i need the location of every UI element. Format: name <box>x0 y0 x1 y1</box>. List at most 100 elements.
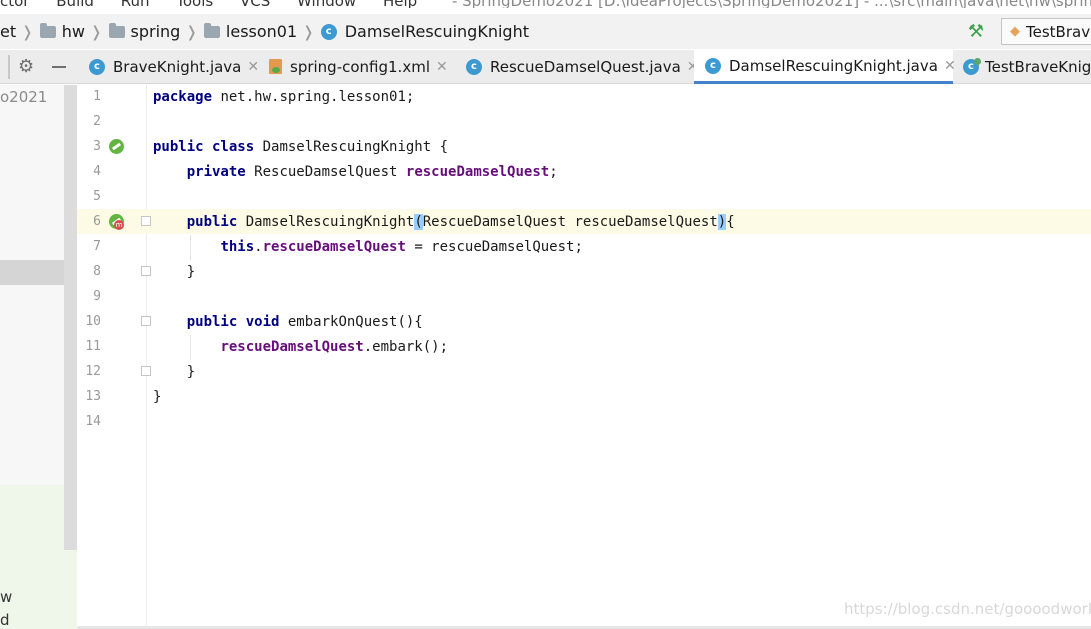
folder-icon <box>203 22 220 38</box>
line-number: 5 <box>93 189 101 204</box>
chevron-right-icon: ❭ <box>89 22 103 41</box>
tab-braveknight[interactable]: c BraveKnight.java ✕ <box>89 50 259 84</box>
line-number: 6 <box>93 214 101 229</box>
keyword: package <box>153 89 213 105</box>
code-text: RescueDamselQuest rescueDamselQuest <box>422 214 718 230</box>
code-text: = rescueDamselQuest; <box>405 239 583 255</box>
build-hammer-icon[interactable]: ⚒ <box>966 22 986 42</box>
breadcrumb-label: hw <box>61 22 85 41</box>
line-number: 8 <box>93 264 101 279</box>
breadcrumb-class[interactable]: c DamselRescuingKnight <box>320 14 529 49</box>
project-tool-controls: ⚙ <box>0 50 82 84</box>
tab-spring-config1[interactable]: spring-config1.xml ✕ <box>268 50 448 84</box>
run-configuration-selector[interactable]: ◆ TestBrave <box>1001 18 1091 45</box>
menu-bar: ctor Build Run Tools VCS Window Help - S… <box>0 0 1091 8</box>
code-line-4[interactable]: private RescueDamselQuest rescueDamselQu… <box>153 160 558 185</box>
breadcrumb-et[interactable]: et ❭ <box>0 14 40 49</box>
window-title: - SpringDemo2021 [D:\IdeaProjects\Spring… <box>452 0 1091 8</box>
line-number: 10 <box>85 314 101 329</box>
line-number: 13 <box>85 389 101 404</box>
gear-icon[interactable]: ⚙ <box>18 56 34 77</box>
class-icon: c <box>466 59 482 75</box>
code-line-8[interactable]: } <box>153 260 195 285</box>
line-number: 9 <box>93 289 101 304</box>
menu-item[interactable]: ctor <box>0 0 29 8</box>
breadcrumb-label: spring <box>130 22 181 41</box>
breadcrumb-label: et <box>0 22 17 41</box>
code-text: DamselRescuingKnight { <box>254 139 449 155</box>
divider <box>8 55 10 79</box>
tab-label: TestBraveKnight <box>985 58 1091 76</box>
folder-icon <box>39 22 56 38</box>
project-scrollbar[interactable] <box>64 85 77 550</box>
code-line-10[interactable]: public void embarkOnQuest(){ <box>153 310 423 335</box>
keyword: this <box>220 239 255 255</box>
chevron-right-icon: ❭ <box>302 22 315 41</box>
close-icon[interactable]: ✕ <box>436 59 448 75</box>
menu-item[interactable]: VCS <box>240 0 270 8</box>
chevron-right-icon: ❭ <box>21 22 34 41</box>
code-text: .embark(); <box>363 339 449 355</box>
tab-label: RescueDamselQuest.java <box>490 58 681 76</box>
line-number: 11 <box>85 339 101 354</box>
code-text: embarkOnQuest(){ <box>279 314 423 330</box>
code-line-1[interactable]: package net.hw.spring.lesson01; <box>153 85 414 110</box>
field-name: rescueDamselQuest <box>220 339 364 355</box>
class-icon: c <box>320 23 337 40</box>
breadcrumb-label: lesson01 <box>225 22 298 41</box>
code-line-7[interactable]: this.rescueDamselQuest = rescueDamselQue… <box>153 235 583 260</box>
menu-item[interactable]: Tools <box>176 0 213 8</box>
hide-panel-icon[interactable] <box>52 66 66 68</box>
breadcrumb-hw[interactable]: hw ❭ <box>39 14 109 49</box>
tree-node-fragment[interactable]: w <box>0 588 12 606</box>
menu-item[interactable]: Window <box>297 0 356 8</box>
code-text: } <box>186 364 196 380</box>
line-number: 4 <box>93 164 101 179</box>
tab-rescuedamselquest[interactable]: c RescueDamselQuest.java ✕ <box>466 50 699 84</box>
spring-bean-icon[interactable] <box>109 139 124 154</box>
code-text: RescueDamselQuest <box>245 164 406 180</box>
line-number: 12 <box>85 364 101 379</box>
code-text: DamselRescuingKnight <box>237 214 415 230</box>
keyword: public class <box>153 139 255 155</box>
folder-icon <box>108 22 125 38</box>
tab-label: spring-config1.xml <box>290 58 430 76</box>
field-name: rescueDamselQuest <box>405 164 550 180</box>
line-number: 3 <box>93 139 101 154</box>
method-badge-icon: m <box>114 220 124 230</box>
field-name: rescueDamselQuest <box>262 239 406 255</box>
code-line-6[interactable]: public DamselRescuingKnight(RescueDamsel… <box>153 210 735 235</box>
code-text: { <box>726 214 735 230</box>
class-icon: c <box>89 59 105 75</box>
code-line-12[interactable]: } <box>153 360 195 385</box>
matched-paren: ( <box>414 214 423 230</box>
breadcrumb-spring[interactable]: spring ❭ <box>108 14 204 49</box>
code-editor[interactable]: package net.hw.spring.lesson01; public c… <box>148 85 1091 629</box>
code-line-13[interactable]: } <box>153 385 161 410</box>
code-text: . <box>254 239 263 255</box>
tree-node-fragment[interactable]: d <box>0 611 10 629</box>
code-line-11[interactable]: rescueDamselQuest.embark(); <box>153 335 448 360</box>
line-number: 7 <box>93 239 101 254</box>
menu-item[interactable]: Run <box>121 0 150 8</box>
navigation-bar: et ❭ hw ❭ spring ❭ lesson01 ❭ c DamselRe… <box>0 14 1091 49</box>
tab-label: BraveKnight.java <box>113 58 242 76</box>
close-icon[interactable]: ✕ <box>247 59 259 75</box>
project-tool-window: o2021 w d <box>0 85 77 629</box>
breadcrumb-lesson01[interactable]: lesson01 ❭ <box>203 14 321 49</box>
breadcrumb-label: DamselRescuingKnight <box>344 22 529 41</box>
chevron-right-icon: ❭ <box>185 22 198 41</box>
xml-file-icon <box>268 59 284 75</box>
menu-item[interactable]: Build <box>56 0 94 8</box>
code-line-3[interactable]: public class DamselRescuingKnight { <box>153 135 448 160</box>
code-text: } <box>153 389 162 405</box>
tab-testbraveknight[interactable]: c TestBraveKnight <box>963 50 1091 84</box>
menu-item[interactable]: Help <box>383 0 417 8</box>
keyword: private <box>186 164 246 180</box>
close-icon[interactable]: ✕ <box>944 58 956 74</box>
tab-label: DamselRescuingKnight.java <box>729 56 938 75</box>
tab-damselrescuingknight[interactable]: c DamselRescuingKnight.java ✕ <box>694 50 956 84</box>
tree-node-fragment[interactable]: o2021 <box>0 88 47 106</box>
test-class-icon: c <box>963 58 981 75</box>
run-config-label: TestBrave <box>1026 22 1091 41</box>
